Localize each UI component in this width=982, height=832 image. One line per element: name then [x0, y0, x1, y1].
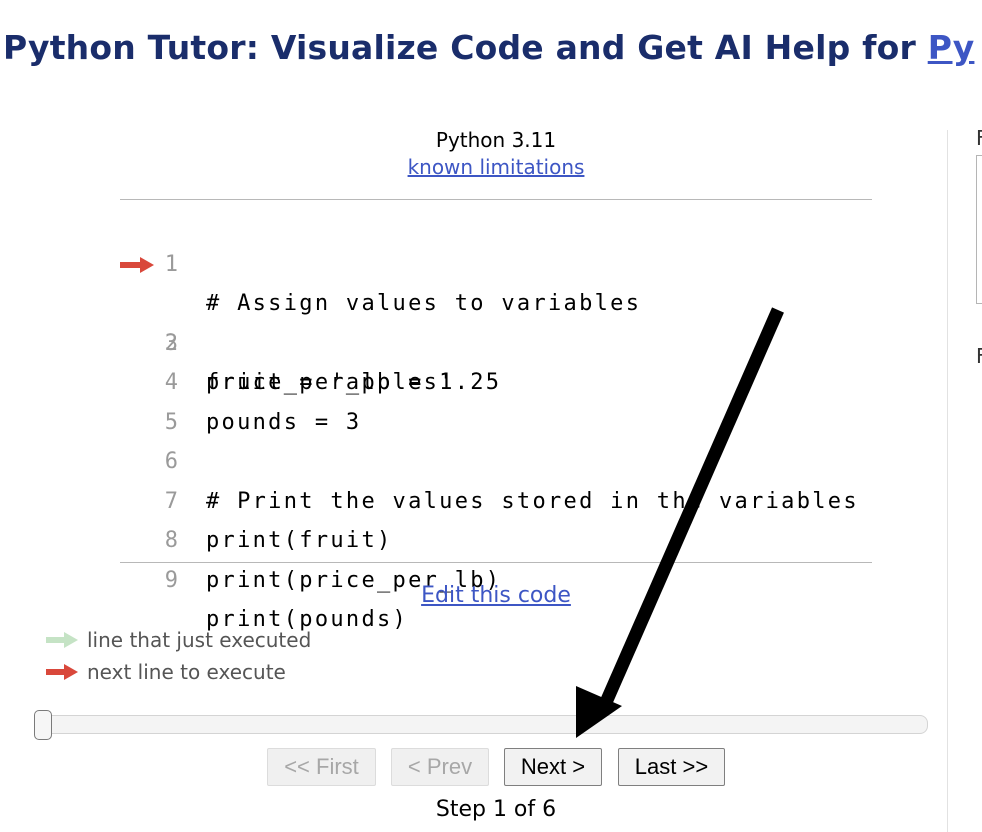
panel-divider: [947, 130, 948, 832]
edit-code-row: Edit this code: [120, 583, 872, 608]
code-line: 4 pounds = 3: [120, 324, 872, 435]
right-panel-label-top: F: [976, 126, 982, 150]
step-slider-handle[interactable]: [34, 710, 52, 740]
right-panel-box: [976, 155, 982, 304]
code-line: 1 # Assign values to variables: [120, 205, 872, 317]
known-limitations-link[interactable]: known limitations: [408, 155, 585, 179]
code-line: 7 print(fruit): [120, 442, 872, 554]
language-label: Python 3.11: [435, 128, 557, 152]
limitations-row: known limitations: [120, 155, 872, 179]
next-line-arrow-shaft: [120, 261, 142, 268]
code-line: 5: [120, 363, 872, 435]
next-arrow-icon: [46, 664, 78, 680]
code-top-border: [120, 199, 872, 200]
step-counter: Step 1 of 6: [435, 797, 557, 822]
code-display: 1 # Assign values to variables 2 fruit =…: [120, 205, 872, 633]
python-tutor-page: Python Tutor: Visualize Code and Get AI …: [0, 0, 982, 832]
next-line-arrow-head: [140, 256, 154, 273]
page-title-text: Python Tutor: Visualize Code and Get AI …: [3, 28, 928, 67]
code-line: 3 price_per_lb = 1.25: [120, 284, 872, 396]
next-arrow-head: [64, 664, 78, 680]
next-line-arrow-icon: [120, 256, 154, 273]
legend-next-label: next line to execute: [87, 660, 286, 684]
executed-arrow-head: [64, 632, 78, 648]
step-slider-track[interactable]: [34, 715, 928, 734]
code-line: 8 print(price_per_lb): [120, 482, 872, 593]
code-line-current: 2 fruit = 'apples': [120, 245, 872, 395]
first-button[interactable]: << First: [267, 748, 376, 786]
executed-arrow-icon: [46, 632, 78, 648]
edit-code-link[interactable]: Edit this code: [421, 583, 571, 608]
code-line: 9 print(pounds): [120, 521, 872, 633]
next-arrow-shaft: [46, 669, 66, 675]
legend-executed-label: line that just executed: [87, 628, 312, 652]
last-button[interactable]: Last >>: [618, 748, 725, 786]
python-link[interactable]: Py: [928, 28, 975, 67]
right-panel-label-bottom: F: [976, 344, 982, 368]
executed-arrow-shaft: [46, 637, 66, 643]
prev-button[interactable]: < Prev: [391, 748, 489, 786]
next-button[interactable]: Next >: [504, 748, 602, 786]
code-line: 6 # Print the values stored in the varia…: [120, 403, 872, 514]
code-bottom-border: [120, 562, 872, 563]
page-title: Python Tutor: Visualize Code and Get AI …: [3, 28, 974, 67]
